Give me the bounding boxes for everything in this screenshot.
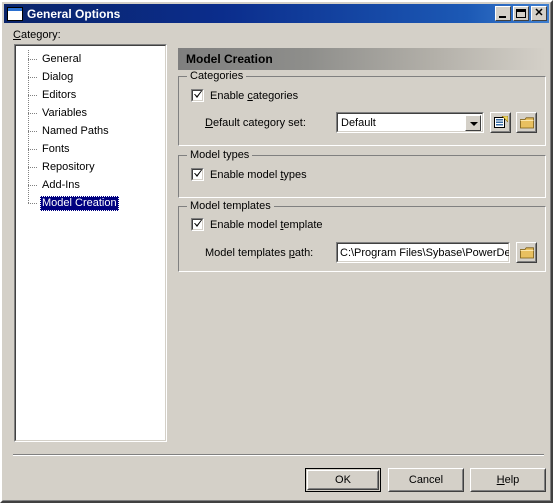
chevron-down-icon[interactable] (465, 114, 481, 131)
cancel-button[interactable]: Cancel (388, 468, 464, 492)
tree-item-add-ins[interactable]: Add-Ins (16, 176, 165, 194)
close-button[interactable]: ✕ (531, 6, 547, 21)
label-post: emplate (283, 218, 323, 231)
tree-connector (28, 131, 37, 132)
category-properties-button[interactable] (490, 112, 511, 133)
label-accel: D (205, 117, 213, 129)
model-templates-groupbox: Model templates Enable model template Mo… (178, 200, 546, 272)
tree-item-fonts[interactable]: Fonts (16, 140, 165, 158)
model-types-groupbox: Model types Enable model types (178, 149, 546, 198)
label-post: ath: (294, 247, 314, 259)
minimize-icon (499, 16, 506, 18)
properties-button-inner (491, 113, 510, 132)
tree-connector (28, 149, 37, 150)
label-post: efault category set: (212, 117, 306, 129)
enable-categories-label: Enable categories (210, 90, 298, 102)
category-treeview-inner: General Dialog Editors Variables Named P… (15, 45, 166, 441)
tree-item-label: Dialog (42, 70, 74, 83)
checkmark-icon (194, 91, 202, 98)
tree-connector (28, 95, 37, 96)
general-options-dialog: General Options ✕ Category: General Dial… (0, 0, 553, 503)
footer-separator (13, 454, 544, 456)
checkmark-icon (194, 220, 202, 227)
panel-title: Model Creation (186, 52, 273, 66)
label-post: elp (504, 474, 520, 486)
tree-connector (28, 59, 37, 60)
label-pre: Enable model (210, 168, 281, 181)
enable-model-template-label: Enable model template (210, 219, 323, 231)
tree-item-repository[interactable]: Repository (16, 158, 165, 176)
tree-connector (28, 167, 37, 168)
maximize-button[interactable] (513, 6, 529, 21)
category-label-rest: ategory: (20, 29, 61, 41)
tree-item-label: Named Paths (42, 124, 109, 137)
category-treeview[interactable]: General Dialog Editors Variables Named P… (14, 44, 167, 442)
tree-item-label: Model Creation (40, 195, 119, 211)
ok-button-label: OK (335, 474, 351, 486)
enable-model-types-label: Enable model types (210, 169, 307, 181)
label-pre: Model templates (205, 247, 289, 259)
tree-item-named-paths[interactable]: Named Paths (16, 122, 165, 140)
cancel-button-label: Cancel (408, 474, 444, 486)
tree-connector (28, 203, 37, 204)
enable-model-template-checkbox[interactable] (191, 218, 204, 231)
enable-model-types-checkbox-row[interactable]: Enable model types (191, 168, 307, 181)
label-pre: Enable model (210, 218, 281, 231)
help-button[interactable]: Help (470, 468, 546, 492)
panel-header: Model Creation (178, 48, 546, 70)
default-category-set-label: Default category set: (205, 117, 306, 129)
folder-button-inner (517, 113, 536, 132)
tree-item-label: Add-Ins (42, 178, 80, 191)
default-category-set-value: Default (341, 116, 376, 129)
help-button-label: Help (497, 474, 520, 486)
label-post: ategories (252, 89, 299, 102)
tree-connector (28, 113, 37, 114)
minimize-button[interactable] (495, 6, 511, 21)
window-icon (7, 6, 23, 21)
tree-item-editors[interactable]: Editors (16, 86, 165, 104)
model-templates-folder-button[interactable] (516, 242, 537, 263)
enable-categories-checkbox-row[interactable]: Enable categories (191, 89, 298, 102)
enable-categories-checkbox[interactable] (191, 89, 204, 102)
enable-model-types-checkbox[interactable] (191, 168, 204, 181)
tree-item-general[interactable]: General (16, 50, 165, 68)
tree-item-label: Editors (42, 88, 77, 101)
model-templates-group-title: Model templates (187, 200, 274, 212)
close-icon: ✕ (534, 7, 544, 19)
categories-group-title: Categories (187, 70, 247, 82)
folder-icon (519, 246, 534, 258)
model-types-group-title: Model types (187, 149, 253, 161)
tree-connector (28, 185, 37, 186)
model-templates-path-input[interactable]: C:\Program Files\Sybase\PowerDe (336, 242, 510, 263)
label-post: ypes (283, 168, 307, 181)
title-bar-buttons: ✕ (495, 6, 547, 21)
window-title: General Options (27, 6, 121, 21)
categories-groupbox: Categories Enable categories Default cat… (178, 70, 546, 146)
tree-item-label: Repository (42, 160, 95, 173)
label-accel: H (496, 474, 505, 486)
label-pre: Enable (210, 89, 248, 102)
tree-connector (28, 77, 37, 78)
category-label-accel: C (13, 29, 21, 41)
default-category-set-combo[interactable]: Default (336, 112, 484, 133)
model-templates-path-value: C:\Program Files\Sybase\PowerDe (340, 246, 510, 259)
checkmark-icon (194, 170, 202, 177)
tree-item-label: Variables (42, 106, 88, 119)
properties-icon (493, 116, 508, 128)
folder-icon (519, 116, 534, 128)
tree-item-label: General (42, 52, 82, 65)
model-templates-path-label: Model templates path: (205, 247, 313, 259)
folder-button-inner (517, 243, 536, 262)
tree-item-variables[interactable]: Variables (16, 104, 165, 122)
ok-button[interactable]: OK (305, 468, 381, 492)
tree-item-model-creation[interactable]: Model Creation (16, 194, 165, 212)
category-label: Category: (13, 29, 61, 41)
enable-model-template-checkbox-row[interactable]: Enable model template (191, 218, 323, 231)
title-bar[interactable]: General Options ✕ (4, 4, 549, 23)
maximize-icon (516, 9, 526, 18)
tree-item-dialog[interactable]: Dialog (16, 68, 165, 86)
tree-item-label: Fonts (42, 142, 70, 155)
category-folder-button[interactable] (516, 112, 537, 133)
